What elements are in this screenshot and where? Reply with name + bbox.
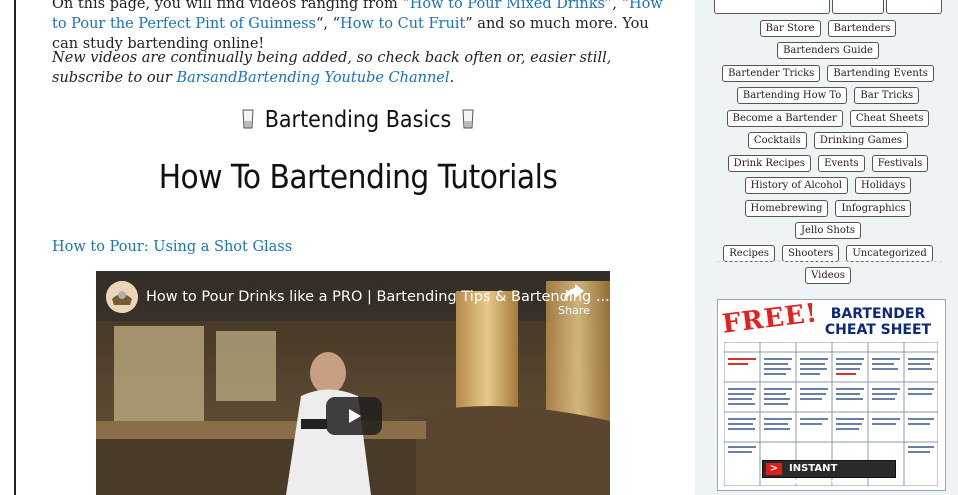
intro-text: ”, “ (604, 0, 630, 12)
play-button[interactable] (326, 397, 382, 435)
share-arrow-icon (564, 284, 584, 300)
tag-events[interactable]: Events (818, 154, 865, 172)
ad-free-text: FREE (720, 299, 808, 340)
tag-partial[interactable] (886, 0, 942, 14)
shot-glass-icon (462, 109, 474, 129)
ad-headline-line2: CHEAT SHEET (824, 322, 932, 338)
tag-cocktails[interactable]: Cocktails (747, 132, 807, 149)
tag-recipes[interactable]: Recipes (723, 244, 775, 262)
tag-cheat-sheets[interactable]: Cheat Sheets (849, 109, 930, 127)
tag-bartender-tricks[interactable]: Bartender Tricks (722, 64, 821, 82)
instant-download-button[interactable]: > INSTANT DOWNLOAD! (762, 460, 896, 488)
intro-text: On this page, you will find videos rangi… (52, 0, 410, 12)
tag-uncategorized[interactable]: Uncategorized (846, 244, 933, 262)
link-using-a-shot-glass[interactable]: How to Pour: Using a Shot Glass (52, 239, 292, 255)
tag-infographics[interactable]: Infographics (835, 199, 912, 217)
tag-shooters[interactable]: Shooters (782, 244, 840, 262)
article-content: On this page, you will find videos rangi… (52, 0, 664, 495)
tag-become-a-bartender[interactable]: Become a Bartender (726, 109, 843, 127)
video-title[interactable]: How to Pour Drinks like a PRO | Bartendi… (146, 289, 610, 305)
sidebar-divider (717, 261, 942, 262)
tag-homebrewing[interactable]: Homebrewing (744, 199, 829, 217)
cheat-sheet-ad[interactable]: FREE! BARTENDER CHEAT SHEET > INSTANT DO… (717, 299, 946, 491)
page-title: How To Bartending Tutorials (158, 157, 558, 196)
tag-drinking-games[interactable]: Drinking Games (813, 132, 909, 149)
subtitle-text: Bartending Basics (264, 107, 452, 133)
tag-festivals[interactable]: Festivals (871, 154, 929, 172)
tag-bar-tricks[interactable]: Bar Tricks (854, 87, 920, 104)
tag-history-of-alcohol[interactable]: History of Alcohol (744, 177, 848, 194)
tag-bartending-how-to[interactable]: Bartending How To (736, 87, 848, 104)
ad-headline-line1: BARTENDER (830, 306, 926, 322)
instant-download-label: INSTANT DOWNLOAD! (789, 463, 861, 488)
tag-partial[interactable] (832, 0, 884, 14)
section-subtitle: Bartending Basics (52, 107, 664, 133)
link-how-to-cut-fruit[interactable]: How to Cut Fruit (340, 16, 465, 32)
arrow-right-icon: > (766, 463, 782, 475)
ad-headline: BARTENDER CHEAT SHEET (813, 306, 943, 338)
link-how-to-pour-mixed-drinks[interactable]: How to Pour Mixed Drinks (410, 0, 605, 12)
subscribe-paragraph: New videos are continually being added, … (52, 48, 664, 88)
tag-bartenders[interactable]: Bartenders (827, 19, 897, 37)
link-youtube-channel[interactable]: BarsandBartending Youtube Channel (176, 70, 449, 86)
left-border-line (14, 0, 16, 495)
sidebar: Bar Store Bartenders Bartenders Guide Ba… (695, 0, 958, 495)
tag-drink-recipes[interactable]: Drink Recipes (727, 154, 812, 172)
tag-jello-shots[interactable]: Jello Shots (795, 222, 861, 239)
video-player[interactable]: How to Pour Drinks like a PRO | Bartendi… (96, 271, 610, 495)
ad-free-label: FREE! (720, 299, 820, 340)
play-icon (349, 409, 361, 423)
tag-bartenders-guide[interactable]: Bartenders Guide (777, 42, 879, 59)
tag-bar-store[interactable]: Bar Store (759, 19, 821, 37)
intro-text: “, “ (316, 16, 341, 32)
subscribe-text-end: . (449, 70, 455, 86)
channel-avatar[interactable] (106, 281, 138, 313)
share-button[interactable]: Share (554, 283, 594, 317)
tag-holidays[interactable]: Holidays (855, 177, 912, 194)
intro-paragraph: On this page, you will find videos rangi… (52, 0, 664, 54)
tag-videos[interactable]: Videos (805, 267, 851, 284)
tag-partial[interactable] (714, 0, 830, 14)
share-label: Share (558, 304, 590, 317)
tag-cloud: Bar Store Bartenders Bartenders Guide Ba… (713, 0, 943, 285)
shot-glass-icon (242, 109, 254, 129)
tag-bartending-events[interactable]: Bartending Events (827, 64, 934, 82)
